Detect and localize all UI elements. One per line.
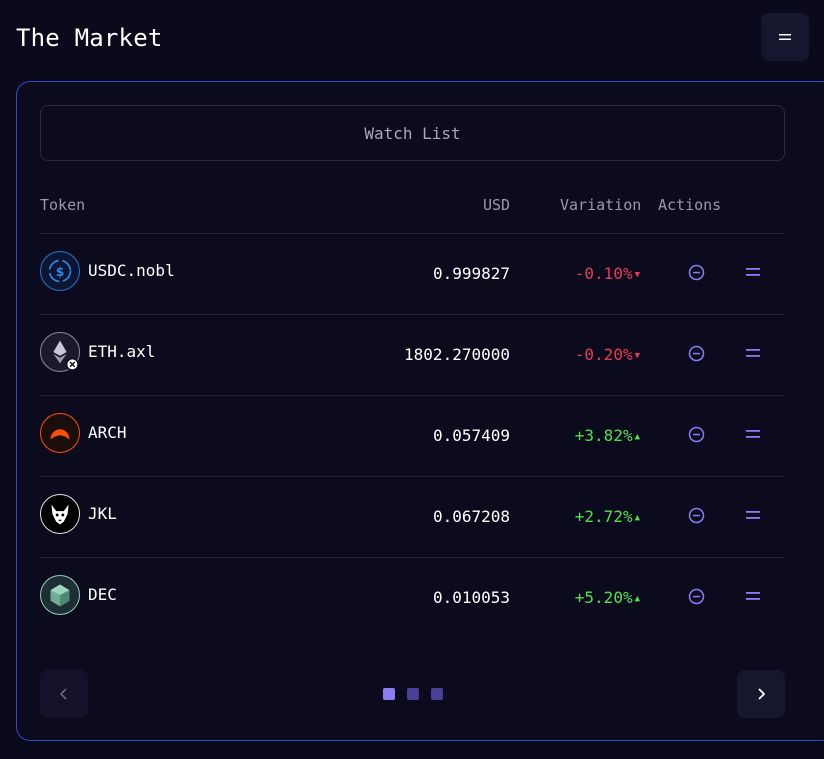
column-header-usd: USD <box>483 196 511 214</box>
eth-icon <box>40 332 80 372</box>
token-price: 0.067208 <box>432 507 510 526</box>
market-card: Watch List Token USD Variation Actions $… <box>16 81 824 741</box>
jkl-icon <box>40 494 80 534</box>
arrow-down-icon: ▼ <box>634 351 640 361</box>
hamburger-icon <box>779 34 791 40</box>
arrow-up-icon: ▲ <box>634 594 640 604</box>
token-price: 1802.270000 <box>404 345 510 364</box>
dec-icon <box>40 575 80 615</box>
arrow-down-icon: ▼ <box>634 270 640 280</box>
token-name: ARCH <box>88 423 127 442</box>
pagination-dot-3[interactable] <box>431 688 443 700</box>
column-header-actions: Actions <box>658 196 722 214</box>
svg-text:$: $ <box>56 265 65 279</box>
table-row[interactable]: JKL 0.067208 +2.72% ▲ <box>40 476 785 558</box>
token-price: 0.010053 <box>432 588 510 607</box>
remove-from-watchlist-icon[interactable] <box>688 507 705 524</box>
chevron-right-icon <box>758 688 766 700</box>
arrow-up-icon: ▲ <box>634 513 640 523</box>
drag-handle-icon[interactable] <box>746 266 760 278</box>
variation-value: +2.72% <box>574 507 633 526</box>
usdc-icon: $ <box>40 251 80 291</box>
table-row[interactable]: DEC 0.010053 +5.20% ▲ <box>40 557 785 639</box>
drag-handle-icon[interactable] <box>746 509 760 521</box>
pagination-dot-2[interactable] <box>407 688 419 700</box>
table-row[interactable]: ARCH 0.057409 +3.82% ▲ <box>40 395 785 477</box>
page-title: The Market <box>16 24 163 52</box>
watch-list-button[interactable]: Watch List <box>40 105 785 161</box>
token-name: DEC <box>88 585 117 604</box>
token-price: 0.999827 <box>432 264 510 283</box>
token-variation: +3.82% ▲ <box>575 426 640 445</box>
token-variation: +2.72% ▲ <box>575 507 640 526</box>
remove-from-watchlist-icon[interactable] <box>688 345 705 362</box>
token-name: ETH.axl <box>88 342 156 361</box>
pagination-dot-1[interactable] <box>383 688 395 700</box>
menu-button[interactable] <box>761 13 809 61</box>
remove-from-watchlist-icon[interactable] <box>688 588 705 605</box>
column-header-variation: Variation <box>560 196 642 214</box>
next-page-button[interactable] <box>737 670 785 718</box>
drag-handle-icon[interactable] <box>746 428 760 440</box>
token-name: JKL <box>88 504 117 523</box>
chevron-left-icon <box>59 688 67 700</box>
variation-value: -0.10% <box>574 264 633 283</box>
previous-page-button[interactable] <box>40 670 88 718</box>
remove-from-watchlist-icon[interactable] <box>688 426 705 443</box>
token-variation: -0.10% ▼ <box>575 264 640 283</box>
remove-from-watchlist-icon[interactable] <box>688 264 705 281</box>
arch-icon <box>40 413 80 453</box>
watch-list-label: Watch List <box>364 123 461 143</box>
token-variation: +5.20% ▲ <box>575 588 640 607</box>
column-header-token: Token <box>40 196 86 214</box>
table-row[interactable]: ETH.axl 1802.270000 -0.20% ▼ <box>40 314 785 396</box>
drag-handle-icon[interactable] <box>746 590 760 602</box>
variation-value: +3.82% <box>574 426 633 445</box>
token-variation: -0.20% ▼ <box>575 345 640 364</box>
token-price: 0.057409 <box>432 426 510 445</box>
token-name: USDC.nobl <box>88 261 175 280</box>
table-row[interactable]: $ USDC.nobl 0.999827 -0.10% ▼ <box>40 233 785 315</box>
variation-value: +5.20% <box>574 588 633 607</box>
arrow-up-icon: ▲ <box>634 432 640 442</box>
variation-value: -0.20% <box>574 345 633 364</box>
drag-handle-icon[interactable] <box>746 347 760 359</box>
